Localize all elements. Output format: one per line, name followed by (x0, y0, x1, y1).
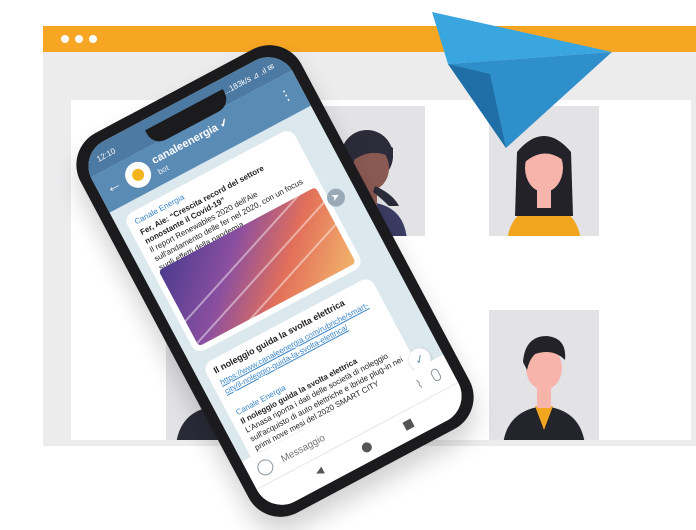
channel-subtitle: bot (156, 163, 171, 177)
back-arrow-icon[interactable]: ← (103, 175, 126, 198)
more-options-icon[interactable]: ⋮ (276, 85, 296, 107)
paper-plane-icon (432, 12, 612, 148)
nav-back-icon[interactable]: ◀ (314, 465, 326, 478)
window-dot-icon (75, 35, 83, 43)
mic-icon[interactable] (429, 367, 443, 383)
participant-tile (489, 310, 599, 440)
attach-icon[interactable]: ⌇ (414, 377, 426, 392)
status-time: 12:10 (95, 146, 118, 164)
nav-recent-icon[interactable] (402, 418, 415, 431)
person-avatar-icon (503, 336, 585, 440)
verified-icon: ✓ (217, 115, 232, 131)
window-dot-icon (89, 35, 97, 43)
sun-logo-icon (130, 166, 147, 183)
emoji-icon[interactable] (254, 456, 277, 479)
channel-avatar[interactable] (120, 157, 156, 193)
window-dot-icon (61, 35, 69, 43)
nav-home-icon[interactable] (360, 440, 374, 455)
